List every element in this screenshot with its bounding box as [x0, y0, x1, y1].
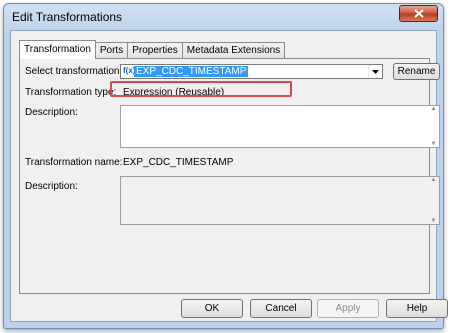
- dialog-title: Edit Transformations: [12, 10, 123, 24]
- close-button[interactable]: [399, 5, 438, 22]
- title-bar: Edit Transformations: [4, 4, 443, 30]
- apply-button[interactable]: Apply: [317, 299, 379, 318]
- description-readonly-label: Description:: [25, 181, 78, 192]
- edit-transformations-dialog: Edit Transformations Transformation Port…: [3, 3, 448, 329]
- tab-transformation[interactable]: Transformation: [19, 40, 96, 59]
- chevron-down-icon[interactable]: [368, 65, 382, 78]
- tab-metadata-extensions[interactable]: Metadata Extensions: [181, 42, 286, 59]
- transformation-name-value: EXP_CDC_TIMESTAMP: [123, 157, 234, 168]
- close-icon: [413, 9, 424, 18]
- ok-button[interactable]: OK: [181, 299, 243, 318]
- dialog-button-row: OK Cancel Apply Help: [11, 294, 448, 321]
- dialog-client-area: Transformation Ports Properties Metadata…: [10, 30, 448, 322]
- tab-strip: Transformation Ports Properties Metadata…: [19, 40, 286, 59]
- rename-button[interactable]: Rename: [393, 63, 440, 80]
- transformation-type-label: Transformation type:: [25, 87, 117, 98]
- transformation-name-label: Transformation name:: [25, 157, 123, 168]
- cancel-button[interactable]: Cancel: [250, 299, 312, 318]
- tab-ports[interactable]: Ports: [94, 42, 129, 59]
- description-readonly-textarea: ▲ ▼: [120, 176, 440, 225]
- scroll-down-icon[interactable]: ▼: [431, 141, 437, 147]
- tab-properties[interactable]: Properties: [127, 42, 183, 59]
- transformation-type-highlight: [110, 81, 292, 97]
- select-transformation-label: Select transformation:: [25, 66, 123, 77]
- select-transformation-value: EXP_CDC_TIMESTAMP: [134, 66, 249, 77]
- scroll-down-icon: ▼: [430, 218, 437, 224]
- description-textarea[interactable]: ▲ ▼: [120, 105, 440, 148]
- scroll-up-icon: ▲: [430, 177, 437, 183]
- description-label: Description:: [25, 107, 78, 118]
- help-button[interactable]: Help: [386, 299, 448, 318]
- description-readonly-scrollbar: ▲ ▼: [428, 177, 439, 224]
- scroll-up-icon[interactable]: ▲: [431, 106, 437, 112]
- description-scrollbar[interactable]: ▲ ▼: [428, 106, 439, 147]
- select-transformation-dropdown[interactable]: f(x) EXP_CDC_TIMESTAMP: [120, 64, 383, 79]
